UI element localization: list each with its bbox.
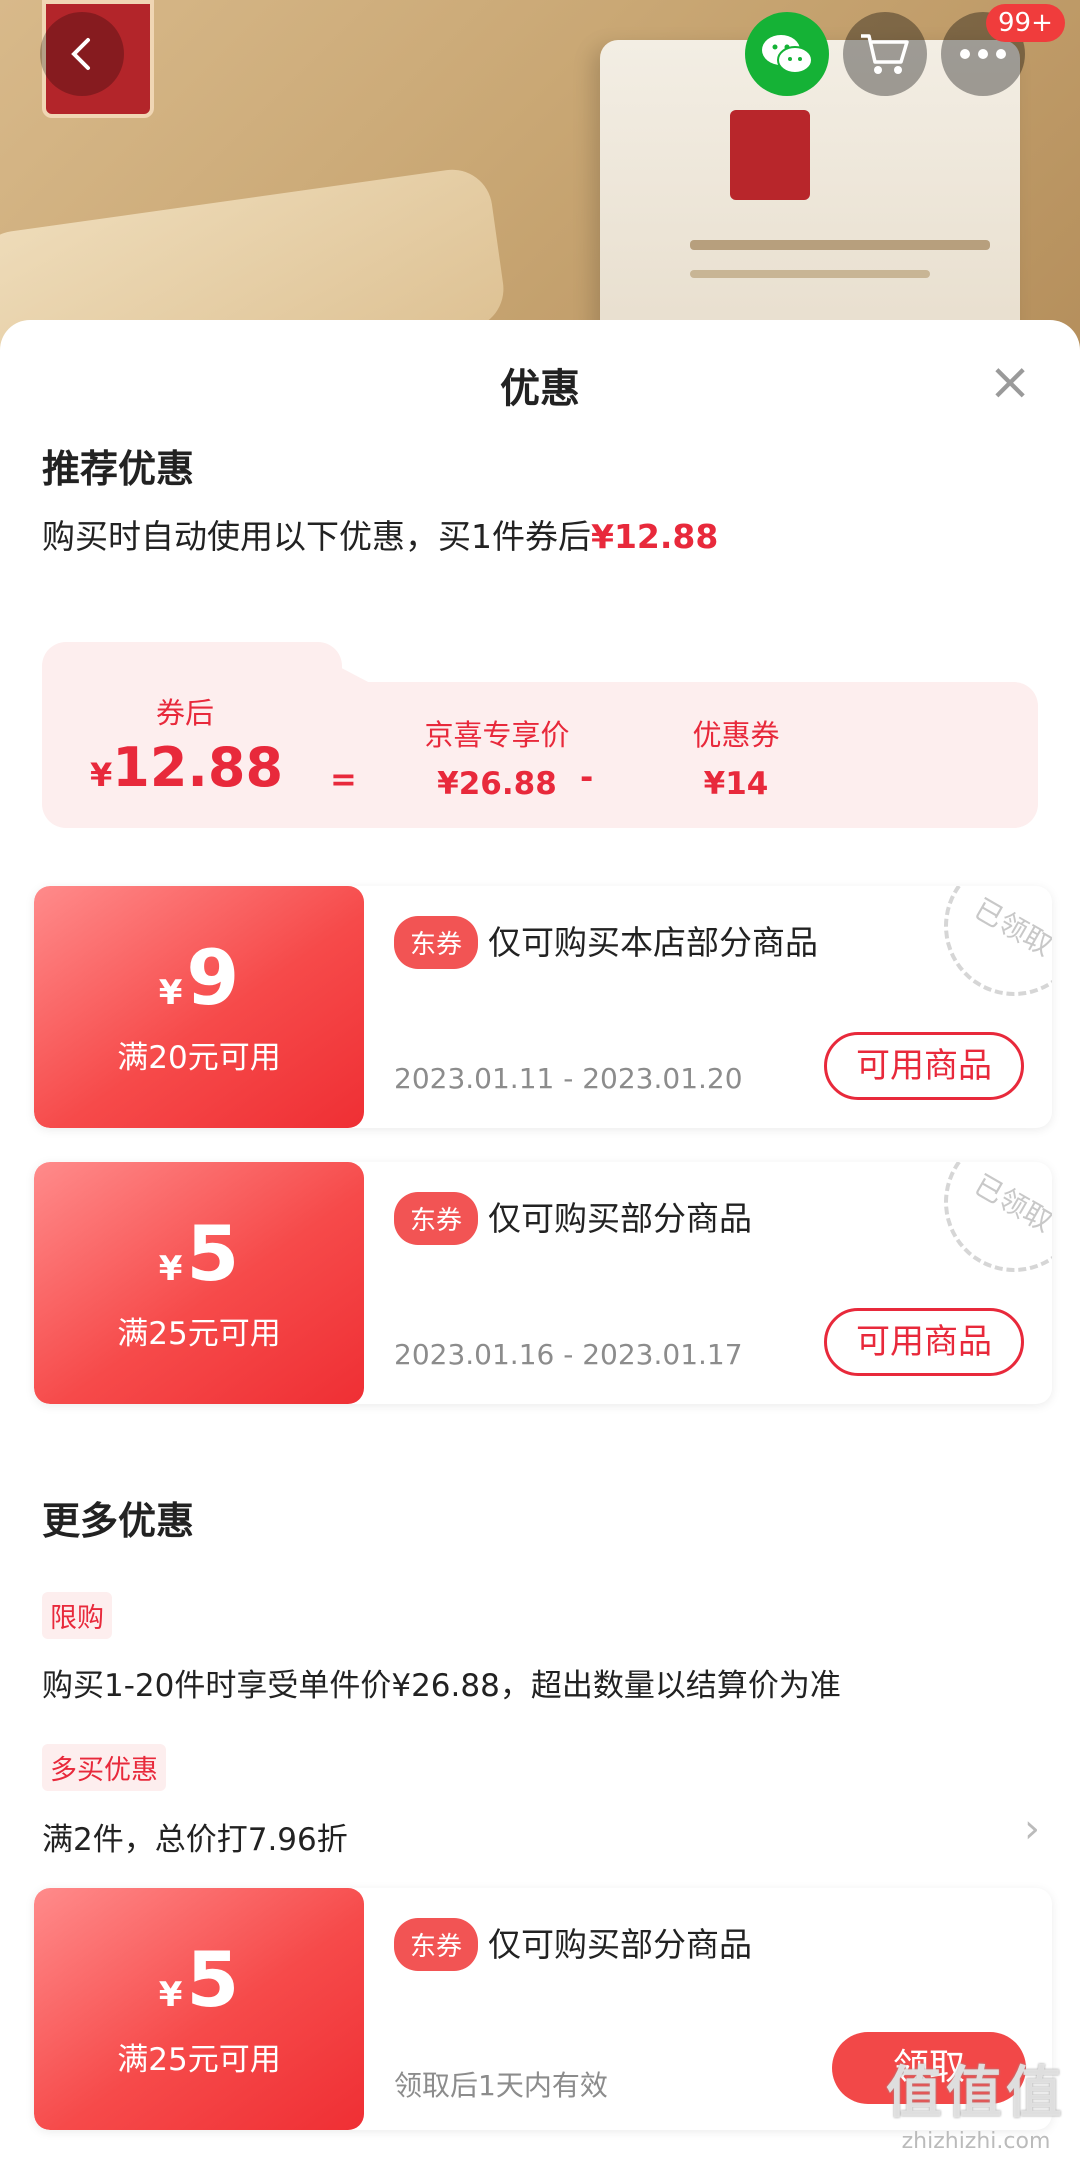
coupon-condition: 满25元可用 [117,2042,281,2078]
available-products-button[interactable]: 可用商品 [824,1032,1024,1100]
purchase-limit-description: 购买1-20件时享受单件价¥26.88，超出数量以结算价为准 [42,1668,841,1704]
watermark: 值值值 zhizhizhi.com [886,2048,1066,2154]
after-coupon-yen: ¥ [90,756,113,794]
coupon-card: ¥5 满25元可用 东券 仅可购买部分商品 2023.01.16 - 2023.… [34,1162,1052,1404]
minus-sign: - [580,758,594,796]
multi-buy-tag: 多买优惠 [42,1744,166,1791]
available-products-button[interactable]: 可用商品 [824,1308,1024,1376]
after-coupon-value: 12.88 [112,736,284,799]
coupon-amount: ¥5 [34,1940,364,2035]
coupon-condition: 满20元可用 [117,1040,281,1076]
coupon-amount: ¥9 [34,938,364,1033]
jingxi-price-value: ¥26.88 [437,766,557,802]
more-discounts-section-title: 更多优惠 [42,1499,195,1543]
equals-sign: = [330,760,357,798]
recommended-description: 购买时自动使用以下优惠，买1件券后¥12.88 [42,510,718,558]
coupon-type-tag: 东券 [394,916,479,969]
coupon-yen: ¥ [158,1975,183,2015]
coupon-value-panel: ¥9 满20元可用 [34,886,364,1128]
coupon-amount-value: 5 [186,1935,240,2024]
price-breakdown-box: 券后 ¥12.88 = 京喜专享价 ¥26.88 - 优惠券 ¥14 [42,642,1038,828]
coupon-value-panel: ¥5 满25元可用 [34,1888,364,2130]
coupon-type-tag: 东券 [394,1192,479,1245]
coupon-yen: ¥ [158,973,183,1013]
coupon-title: 仅可购买部分商品 [488,1199,752,1238]
chevron-left-icon [71,38,90,70]
jingxi-price-label: 京喜专享价 [424,718,570,752]
discount-sheet: 优惠 × 推荐优惠 购买时自动使用以下优惠，买1件券后¥12.88 券后 ¥12… [0,320,1080,2164]
coupon-discount-value: ¥14 [703,766,769,802]
coupon-card: ¥9 满20元可用 东券 仅可购买本店部分商品 2023.01.11 - 202… [34,886,1052,1128]
back-button[interactable] [40,12,124,96]
wechat-icon [762,35,813,74]
watermark-url: zhizhizhi.com [901,2129,1051,2154]
multi-buy-description[interactable]: 满2件，总价打7.96折 [42,1814,348,1859]
watermark-logo: 值值值 [886,2061,1066,2126]
package-text-line [690,240,990,250]
package-logo [730,110,810,200]
wechat-share-button[interactable] [745,12,829,96]
package-text-line [690,270,930,278]
coupon-discount-label: 优惠券 [692,718,780,752]
coupon-value-panel: ¥5 满25元可用 [34,1162,364,1404]
recommended-desc-text: 购买时自动使用以下优惠，买1件券后 [42,517,591,556]
coupon-discount: 优惠券 ¥14 [646,712,826,802]
claimed-stamp: 已领取 [918,886,1052,1022]
claimed-stamp: 已领取 [918,1162,1052,1298]
jingxi-exclusive-price: 京喜专享价 ¥26.88 [392,712,602,802]
after-coupon-price: 券后 ¥12.88 [90,690,284,799]
more-dots-icon [960,49,1006,59]
coupon-type-tag: 东券 [394,1918,479,1971]
chevron-right-icon[interactable]: › [1024,1806,1040,1852]
recommended-section-title: 推荐优惠 [42,447,195,491]
coupon-condition: 满25元可用 [117,1316,281,1352]
recommended-desc-price: ¥12.88 [591,517,719,556]
coupon-amount-value: 5 [186,1209,240,1298]
coupon-title: 仅可购买部分商品 [488,1925,752,1964]
close-icon[interactable]: × [988,356,1032,408]
coupon-validity-date: 领取后1天内有效 [394,2069,608,2102]
coupon-amount-value: 9 [186,933,240,1022]
cart-button[interactable] [843,12,927,96]
calc-tab-slope [292,642,372,684]
after-coupon-label: 券后 [155,696,214,730]
purchase-limit-tag: 限购 [42,1592,112,1639]
coupon-amount: ¥5 [34,1214,364,1309]
cart-icon [861,34,909,74]
sheet-title: 优惠 [500,366,580,412]
coupon-validity-date: 2023.01.11 - 2023.01.20 [394,1062,743,1095]
cart-count-badge: 99+ [986,4,1065,42]
coupon-title: 仅可购买本店部分商品 [488,923,818,962]
coupon-validity-date: 2023.01.16 - 2023.01.17 [394,1338,743,1371]
coupon-yen: ¥ [158,1249,183,1289]
